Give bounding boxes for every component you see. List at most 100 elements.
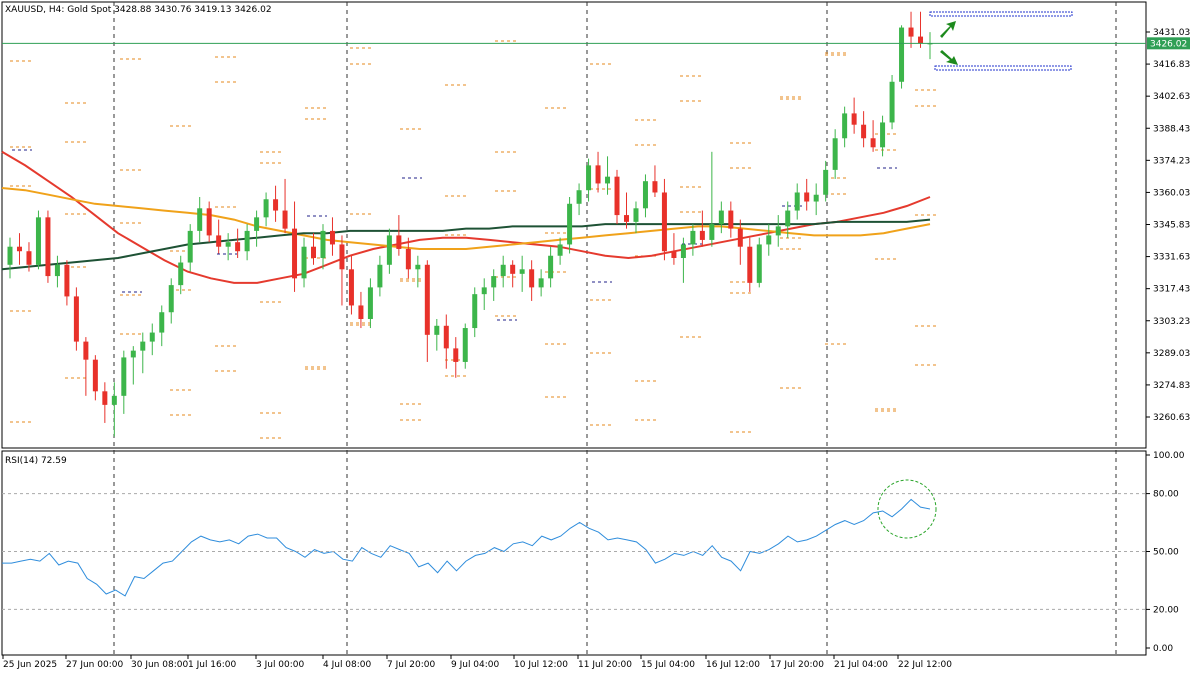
candle — [415, 264, 421, 270]
rsi-tick-label: 0.00 — [1153, 644, 1173, 654]
time-tick-label: 21 Jul 04:00 — [834, 660, 888, 670]
candle — [794, 192, 800, 211]
candle — [54, 264, 60, 277]
candle — [605, 176, 611, 184]
time-tick-label: 10 Jul 12:00 — [514, 660, 568, 670]
time-tick-label: 15 Jul 04:00 — [641, 660, 695, 670]
price-chart[interactable]: 3431.03 3416.83 3402.63 3388.43 3374.23 3360.… — [0, 0, 1200, 675]
time-tick-label: 3 Jul 00:00 — [256, 660, 305, 670]
candle — [690, 230, 696, 245]
rsi-highlight-circle — [877, 479, 937, 539]
candle — [225, 242, 231, 247]
rsi-tick-label: 50.00 — [1153, 548, 1179, 558]
candle — [908, 27, 914, 37]
candle — [595, 165, 601, 184]
candle — [680, 244, 686, 259]
candle — [633, 208, 639, 222]
candle — [168, 285, 174, 313]
rsi-tick-label: 100.00 — [1153, 451, 1185, 461]
candle — [178, 262, 184, 286]
time-tick-label: 30 Jun 08:00 — [131, 660, 188, 670]
candle — [538, 278, 544, 288]
price-tick-label: 3303.23 — [1153, 317, 1190, 327]
candle — [804, 192, 810, 202]
candle — [377, 264, 383, 288]
moving-averages — [1, 150, 931, 284]
rsi-axis: 100.00 80.00 50.00 20.00 0.00 — [2, 451, 1185, 654]
candle — [785, 210, 791, 227]
candle — [311, 246, 317, 259]
price-tick-label: 3388.43 — [1153, 124, 1190, 134]
candle — [424, 264, 430, 335]
price-axis: 3431.03 3416.83 3402.63 3388.43 3374.23 3360.… — [1146, 28, 1190, 423]
candle — [348, 269, 354, 306]
support-zone — [934, 65, 1072, 71]
rsi-series-line — [2, 498, 931, 597]
candle — [320, 230, 326, 259]
candle — [102, 391, 108, 405]
candle — [45, 217, 51, 277]
price-tick-label: 3274.83 — [1153, 381, 1190, 391]
candle — [661, 192, 667, 252]
rsi-line — [2, 498, 931, 597]
candle — [642, 181, 648, 209]
candle — [121, 357, 127, 396]
candle — [187, 230, 193, 263]
price-tick-label: 3260.63 — [1153, 413, 1190, 423]
up-arrow-icon — [940, 21, 956, 38]
candle — [823, 169, 829, 195]
level-markers — [10, 40, 937, 439]
price-tick-label: 3402.63 — [1153, 92, 1190, 102]
symbol-header: XAUUSD, H4: Gold Spot 3428.88 3430.76 34… — [5, 5, 272, 15]
price-tick-label: 3345.83 — [1153, 221, 1190, 231]
candle — [111, 395, 117, 405]
time-tick-label: 22 Jul 12:00 — [898, 660, 952, 670]
candle — [235, 242, 241, 252]
candle — [491, 276, 497, 288]
candle — [842, 113, 848, 139]
candle — [813, 194, 819, 202]
price-tick-label: 3431.03 — [1153, 28, 1190, 38]
candle — [699, 230, 705, 240]
candle — [159, 312, 165, 333]
candle — [889, 81, 895, 123]
candle — [851, 113, 857, 125]
time-tick-label: 7 Jul 20:00 — [387, 660, 436, 670]
down-arrow-icon — [940, 50, 958, 65]
time-tick-label: 9 Jul 04:00 — [451, 660, 500, 670]
candle — [899, 27, 905, 82]
time-tick-label: 11 Jul 20:00 — [578, 660, 632, 670]
candle — [614, 176, 620, 216]
chart-frame — [1, 1, 1147, 656]
candle — [35, 217, 41, 265]
candle — [130, 350, 136, 358]
candle — [481, 287, 487, 295]
candle — [339, 244, 345, 270]
candle — [586, 165, 592, 191]
candle — [443, 325, 449, 349]
candle — [434, 325, 440, 335]
time-tick-label: 17 Jul 20:00 — [770, 660, 824, 670]
price-tick-label: 3317.43 — [1153, 285, 1190, 295]
candle — [567, 203, 573, 245]
candle — [216, 235, 222, 247]
candle — [273, 199, 279, 211]
candle — [149, 332, 155, 342]
candle — [292, 228, 298, 279]
candle — [756, 244, 762, 283]
price-tick-label: 3331.63 — [1153, 253, 1190, 263]
candle — [519, 269, 525, 274]
candle — [254, 217, 260, 231]
candle — [652, 181, 658, 193]
candle — [671, 251, 677, 259]
candle — [766, 235, 772, 245]
candle — [282, 210, 288, 229]
candle — [244, 230, 250, 252]
candle — [197, 208, 203, 231]
candle — [140, 341, 146, 351]
time-tick-label: 1 Jul 16:00 — [188, 660, 237, 670]
time-tick-label: 27 Jun 00:00 — [66, 660, 123, 670]
candle — [548, 255, 554, 279]
vertical-grid — [113, 2, 1117, 655]
candle — [92, 359, 98, 392]
